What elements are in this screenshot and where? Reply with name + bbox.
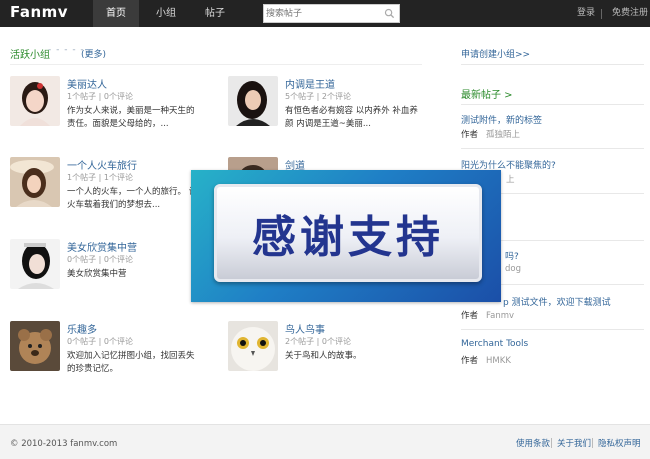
group-name[interactable]: 美女欣赏集中营 [67, 239, 137, 254]
post-author[interactable]: 孤独陌上 [486, 130, 520, 140]
post-author-label: 作者 [461, 130, 479, 140]
post-title[interactable]: p 测试文件，欢迎下载测试 [503, 295, 611, 308]
divider [551, 438, 552, 448]
group-name[interactable]: 乐趣多 [67, 321, 97, 336]
post-author-label: 作者 [461, 311, 479, 321]
divider [10, 64, 422, 65]
copyright: © 2010-2013 fanmv.com [10, 439, 118, 449]
thanks-banner-text: 感谢支持 [252, 212, 444, 263]
latest-posts-title[interactable]: 最新帖子 > [461, 86, 513, 101]
group-description: 一个人的火车，一个人的旅行。 让火车载着我们的梦想去... [67, 187, 198, 210]
thanks-banner-plate: 感谢支持 [214, 184, 482, 282]
post-author[interactable]: dog [505, 264, 521, 274]
group-description: 关于鸟和人的故事。 [285, 351, 362, 361]
group-card: 内调是王道 5个帖子 | 2个评论 有恒色者必有婉容 以内养外 补血养颜 内调是… [228, 76, 428, 136]
section-title-active-groups: 活跃小组 [10, 50, 50, 61]
divider [461, 64, 644, 65]
login-link[interactable]: 登录 [577, 0, 595, 27]
post-title[interactable]: 测试附件，新的标签 [461, 113, 542, 126]
post-meta: 作者 Fanmv [461, 309, 514, 321]
search-box [263, 4, 400, 23]
group-stats: 5个帖子 | 2个评论 [285, 92, 351, 101]
group-stats: 1个帖子 | 0个评论 [67, 92, 133, 101]
post-author[interactable]: HMKK [486, 356, 511, 366]
search-icon[interactable] [384, 8, 395, 19]
nav-groups[interactable]: 小组 [146, 0, 186, 27]
group-card: 乐趣多 0个帖子 | 0个评论 欢迎加入记忆拼图小组，找回丢失的珍贵记忆。 [10, 321, 210, 381]
register-link[interactable]: 免费注册 [612, 0, 648, 27]
footer-link-terms[interactable]: 使用条款 [516, 437, 550, 449]
post-author[interactable]: 上 [506, 175, 515, 185]
group-stats: 2个帖子 | 0个评论 [285, 337, 351, 346]
divider [461, 148, 644, 149]
group-name[interactable]: 鸟人鸟事 [285, 321, 325, 336]
group-description: 美女欣赏集中营 [67, 269, 127, 279]
post-author[interactable]: Fanmv [486, 311, 514, 321]
group-name[interactable]: 内调是王道 [285, 76, 335, 91]
group-description: 有恒色者必有婉容 以内养外 补血养颜 内调是王道~美丽... [285, 106, 418, 129]
group-thumbnail[interactable] [10, 239, 60, 289]
footer: © 2010-2013 fanmv.com 使用条款 关于我们 隐私权声明 [0, 424, 650, 459]
footer-link-about[interactable]: 关于我们 [557, 437, 591, 449]
group-thumbnail[interactable] [10, 157, 60, 207]
divider [592, 438, 593, 448]
group-description: 作为女人来说，美丽是一种天生的责任。面貌是父母给的，... [67, 106, 195, 129]
search-input[interactable] [266, 6, 381, 21]
group-card: 鸟人鸟事 2个帖子 | 0个评论 关于鸟和人的故事。 [228, 321, 428, 381]
group-name[interactable]: 一个人火车旅行 [67, 157, 137, 172]
divider [461, 104, 644, 105]
group-description: 欢迎加入记忆拼图小组，找回丢失的珍贵记忆。 [67, 351, 195, 374]
group-stats: 0个帖子 | 0个评论 [67, 255, 133, 264]
divider [461, 329, 644, 330]
group-thumbnail[interactable] [228, 321, 278, 371]
post-title[interactable]: Merchant Tools [461, 339, 528, 349]
site-logo[interactable]: Fanmv [10, 3, 68, 21]
post-meta: 作者 HMKK [461, 354, 511, 366]
post-meta: 作者 孤独陌上 [461, 128, 520, 140]
apply-group-link[interactable]: 申请创建小组>> [461, 47, 530, 60]
footer-link-privacy[interactable]: 隐私权声明 [598, 437, 641, 449]
thanks-banner: 感谢支持 [191, 170, 501, 302]
group-card: 美女欣赏集中营 0个帖子 | 0个评论 美女欣赏集中营 [10, 239, 210, 299]
nav-home[interactable]: 首页 [93, 0, 139, 27]
post-author-label: 作者 [461, 356, 479, 366]
group-card: 美丽达人 1个帖子 | 0个评论 作为女人来说，美丽是一种天生的责任。面貌是父母… [10, 76, 210, 136]
more-groups-link[interactable]: (更多) [81, 47, 106, 60]
group-stats: 1个帖子 | 1个评论 [67, 173, 133, 182]
top-navbar: Fanmv 首页 小组 帖子 登录 免费注册 [0, 0, 650, 27]
group-thumbnail[interactable] [228, 76, 278, 126]
group-card: 一个人火车旅行 1个帖子 | 1个评论 一个人的火车，一个人的旅行。 让火车载着… [10, 157, 210, 217]
group-thumbnail[interactable] [10, 321, 60, 371]
group-thumbnail[interactable] [10, 76, 60, 126]
nav-posts[interactable]: 帖子 [195, 0, 235, 27]
divider [601, 9, 602, 19]
group-name[interactable]: 美丽达人 [67, 76, 107, 91]
post-title[interactable]: 吗? [505, 249, 519, 262]
group-stats: 0个帖子 | 0个评论 [67, 337, 133, 346]
